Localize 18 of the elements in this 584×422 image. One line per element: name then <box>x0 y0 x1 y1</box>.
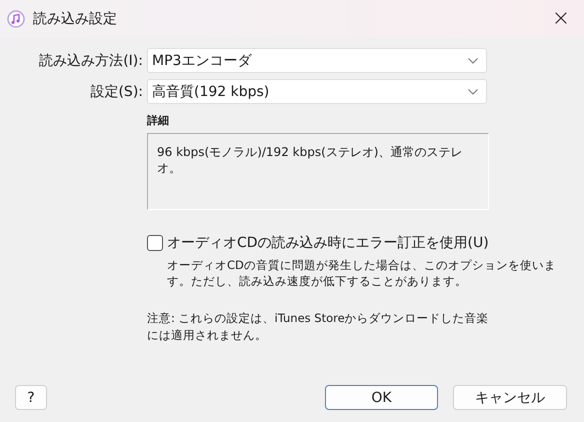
details-text: 96 kbps(モノラル)/192 kbps(ステレオ)、通常のステレオ。 <box>147 133 489 210</box>
chevron-icon <box>468 88 478 94</box>
dropdown[interactable]: 高音質(192 kbps) <box>147 79 487 104</box>
close-button[interactable]: × <box>538 0 584 37</box>
option-description: オーディオCDの音質に問題が発生した場合は、このオプションを使います。ただし、読み込み速度が低下することがあります。 <box>167 257 557 289</box>
details-heading: 詳細 <box>147 113 170 128</box>
music-note-icon <box>7 10 25 28</box>
cancel-button[interactable]: キャンセル <box>453 385 567 410</box>
help-button[interactable]: ? <box>15 385 47 410</box>
chevron-icon <box>468 58 478 64</box>
checkbox-label[interactable]: オーディオCDの読み込み時にエラー訂正を使用(U) <box>167 234 489 252</box>
checkbox[interactable] <box>147 235 163 251</box>
note-text: 注意: これらの設定は、iTunes Storeからダウンロードした音楽には適用されません。 <box>147 310 490 344</box>
ok-button[interactable]: OK <box>325 385 438 410</box>
window-title: 読み込み設定 <box>33 10 117 28</box>
field-label: 設定(S): <box>89 82 144 100</box>
field-label: 読み込み方法(I): <box>38 52 144 70</box>
dropdown[interactable]: MP3エンコーダ <box>147 48 487 73</box>
